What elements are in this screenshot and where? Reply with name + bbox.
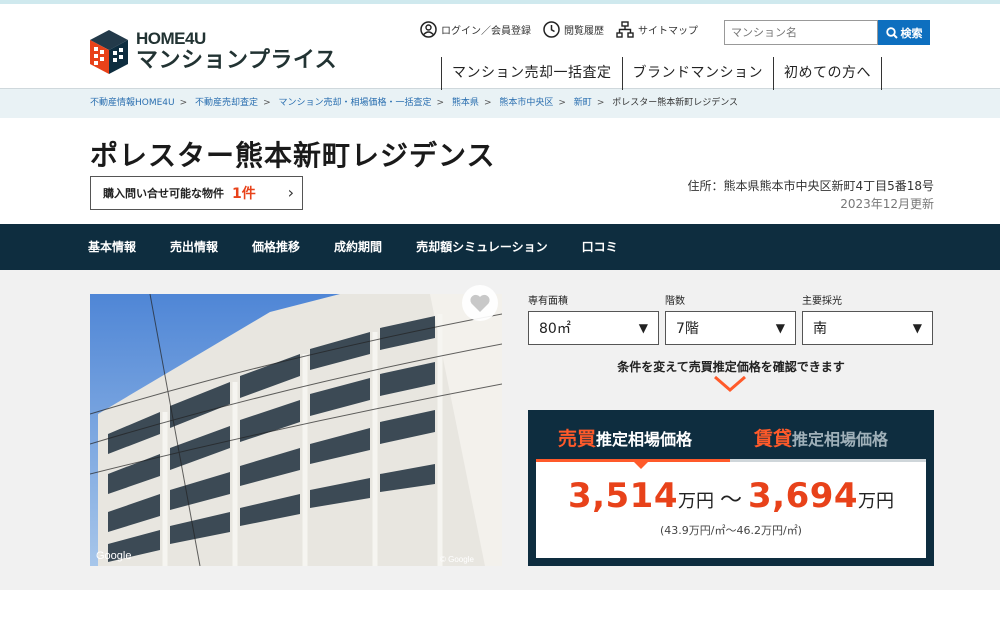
price-per-sqm: (43.9万円/㎡～46.2万円/㎡) (660, 524, 802, 537)
floor-select-group: 階数 7階 ▼ (665, 292, 796, 345)
pointer-triangle-icon (634, 462, 648, 469)
breadcrumb-item[interactable]: マンション売却・相場価格・一括査定 (278, 98, 431, 108)
logo-line1: HOME4U (136, 29, 206, 48)
title-area: ポレスター熊本新町レジデンス 購入問い合せ可能な物件 1件 › 住所：熊本県熊本… (0, 118, 1000, 224)
breadcrumb-item[interactable]: 熊本県 (452, 98, 479, 108)
login-link[interactable]: ログイン／会員登録 (420, 21, 531, 38)
breadcrumb-item[interactable]: 熊本市中央区 (499, 98, 553, 108)
chevron-right-icon: › (287, 183, 294, 202)
breadcrumb-current: ポレスター熊本新町レジデンス (612, 98, 739, 108)
history-label: 閲覧履歴 (564, 26, 604, 37)
tab-sale-price[interactable]: 売買推定相場価格 (558, 424, 692, 451)
condition-hint: 条件を変えて売買推定価格を確認できます (617, 360, 845, 374)
breadcrumb-item[interactable]: 新町 (574, 98, 592, 108)
price-high: 3,694 (748, 476, 859, 516)
chevron-down-icon (714, 375, 746, 392)
building-photo: Google © Google (90, 294, 502, 566)
tab-sale-period[interactable]: 成約期間 (334, 224, 382, 270)
gnav-item-bulk-appraisal[interactable]: マンション売却一括査定 (441, 57, 623, 90)
tab-rent-price[interactable]: 賃貸推定相場価格 (754, 424, 888, 451)
area-value: 80㎡ (539, 321, 571, 337)
purchase-inquiry-button[interactable]: 購入問い合せ可能な物件 1件 › (90, 176, 303, 210)
price-range: 3,514万円～ 3,694万円 (536, 476, 926, 516)
price-panel: 売買推定相場価格 賃貸推定相場価格 3,514万円～ 3,694万円 (43.9万… (528, 410, 934, 566)
tab-sale-simulation[interactable]: 売却額シミュレーション (416, 224, 548, 270)
utility-links: ログイン／会員登録 閲覧履歴 サイトマップ (420, 21, 710, 38)
search-icon (885, 26, 898, 39)
price-result: 3,514万円～ 3,694万円 (43.9万円/㎡～46.2万円/㎡) (536, 462, 926, 558)
login-label: ログイン／会員登録 (441, 26, 531, 37)
site-logo[interactable]: HOME4U マンションプライス (90, 30, 337, 74)
site-header: HOME4U マンションプライス ログイン／会員登録 閲覧履歴 サイトマップ マ… (0, 4, 1000, 90)
price-tilde: ～ (719, 488, 742, 513)
sale-big-label: 売買 (558, 428, 597, 450)
rent-big-label: 賃貸 (754, 428, 793, 450)
sunlight-label: 主要採光 (802, 296, 842, 307)
price-unit: 万円 (858, 491, 895, 512)
sitemap-label: サイトマップ (638, 26, 698, 37)
main-content: Google © Google 専有面積 80㎡ ▼ 階数 7階 ▼ 主要採光 … (0, 270, 1000, 590)
breadcrumb: 不動産情報HOME4U > 不動産売却査定 > マンション売却・相場価格・一括査定 >… (90, 98, 739, 108)
gnav-item-beginners[interactable]: 初めての方へ (773, 57, 882, 90)
tab-listings[interactable]: 売出情報 (170, 224, 218, 270)
gnav-item-brand[interactable]: ブランドマンション (621, 57, 774, 90)
sunlight-select[interactable]: 南 ▼ (802, 311, 933, 345)
dropdown-arrow-icon: ▼ (912, 321, 922, 335)
favorite-heart-icon[interactable] (461, 284, 499, 322)
tab-reviews[interactable]: 口コミ (582, 224, 618, 270)
logo-line2: マンションプライス (136, 47, 338, 72)
updated-date: 2023年12月更新 (840, 197, 934, 211)
google-watermark: Google (96, 550, 131, 562)
price-unit: 万円 (677, 491, 714, 512)
logo-cube-icon (90, 30, 128, 74)
user-icon (420, 21, 437, 38)
property-address: 住所：熊本県熊本市中央区新町4丁目5番18号 (687, 179, 934, 193)
area-label: 専有面積 (528, 296, 568, 307)
search-button[interactable]: 検索 (878, 20, 930, 45)
search-form: 検索 (724, 20, 930, 45)
section-tabs: 基本情報 売出情報 価格推移 成約期間 売却額シミュレーション 口コミ (0, 224, 1000, 270)
inquiry-count: 1件 (232, 186, 256, 202)
history-link[interactable]: 閲覧履歴 (543, 21, 604, 38)
sunlight-value: 南 (813, 321, 827, 337)
area-select[interactable]: 80㎡ ▼ (528, 311, 659, 345)
floor-select[interactable]: 7階 ▼ (665, 311, 796, 345)
tab-price-trend[interactable]: 価格推移 (252, 224, 300, 270)
inquiry-label: 購入問い合せ可能な物件 (103, 187, 224, 200)
breadcrumb-bar: 不動産情報HOME4U > 不動産売却査定 > マンション売却・相場価格・一括査定 >… (0, 88, 1000, 118)
sunlight-select-group: 主要採光 南 ▼ (802, 292, 933, 345)
floor-value: 7階 (676, 321, 699, 337)
dropdown-arrow-icon: ▼ (638, 321, 648, 335)
dropdown-arrow-icon: ▼ (775, 321, 785, 335)
tab-basic-info[interactable]: 基本情報 (88, 224, 136, 270)
breadcrumb-item[interactable]: 不動産売却査定 (195, 98, 258, 108)
floor-label: 階数 (665, 296, 685, 307)
sitemap-link[interactable]: サイトマップ (616, 21, 698, 38)
search-button-label: 検索 (900, 26, 923, 40)
price-low: 3,514 (567, 476, 678, 516)
clock-icon (543, 21, 560, 38)
sitemap-icon (616, 21, 634, 38)
sale-small-label: 推定相場価格 (596, 430, 693, 449)
google-copyright: © Google (440, 555, 474, 564)
page-title: ポレスター熊本新町レジデンス (90, 139, 496, 172)
search-input[interactable] (724, 20, 878, 45)
global-nav: マンション売却一括査定 ブランドマンション 初めての方へ (441, 57, 882, 90)
breadcrumb-item[interactable]: 不動産情報HOME4U (90, 98, 175, 108)
rent-small-label: 推定相場価格 (792, 430, 889, 449)
area-select-group: 専有面積 80㎡ ▼ (528, 292, 659, 345)
